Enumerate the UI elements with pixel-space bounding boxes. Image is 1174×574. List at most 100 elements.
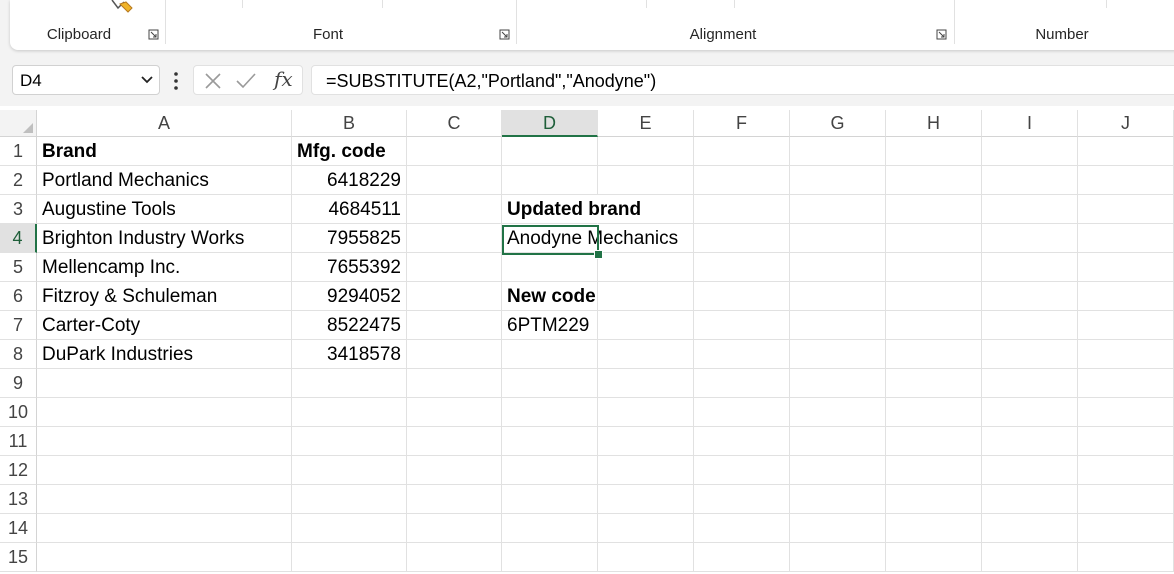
cell-i7[interactable] xyxy=(982,311,1078,340)
cell-a1[interactable]: Brand xyxy=(37,137,292,166)
cell-b14[interactable] xyxy=(292,514,407,543)
cell-b11[interactable] xyxy=(292,427,407,456)
cell-g10[interactable] xyxy=(790,398,886,427)
cell-j10[interactable] xyxy=(1078,398,1174,427)
row-header-4[interactable]: 4 xyxy=(0,224,37,253)
cell-f7[interactable] xyxy=(694,311,790,340)
cell-g13[interactable] xyxy=(790,485,886,514)
cell-j6[interactable] xyxy=(1078,282,1174,311)
cell-h6[interactable] xyxy=(886,282,982,311)
cell-e14[interactable] xyxy=(598,514,694,543)
cell-f10[interactable] xyxy=(694,398,790,427)
cell-g5[interactable] xyxy=(790,253,886,282)
cell-d6[interactable]: New code xyxy=(502,282,598,311)
cell-b5[interactable]: 7655392 xyxy=(292,253,407,282)
row-header-14[interactable]: 14 xyxy=(0,514,37,543)
cell-d9[interactable] xyxy=(502,369,598,398)
cell-g6[interactable] xyxy=(790,282,886,311)
cell-e9[interactable] xyxy=(598,369,694,398)
cell-d11[interactable] xyxy=(502,427,598,456)
column-header-a[interactable]: A xyxy=(37,110,292,137)
cell-e1[interactable] xyxy=(598,137,694,166)
alignment-launcher-icon[interactable] xyxy=(936,29,947,40)
cell-g14[interactable] xyxy=(790,514,886,543)
cell-a2[interactable]: Portland Mechanics xyxy=(37,166,292,195)
row-header-2[interactable]: 2 xyxy=(0,166,37,195)
cell-a11[interactable] xyxy=(37,427,292,456)
cell-i6[interactable] xyxy=(982,282,1078,311)
cell-f15[interactable] xyxy=(694,543,790,572)
row-header-10[interactable]: 10 xyxy=(0,398,37,427)
cell-h15[interactable] xyxy=(886,543,982,572)
cell-g11[interactable] xyxy=(790,427,886,456)
cell-a14[interactable] xyxy=(37,514,292,543)
cell-i12[interactable] xyxy=(982,456,1078,485)
cell-e12[interactable] xyxy=(598,456,694,485)
cell-b1[interactable]: Mfg. code xyxy=(292,137,407,166)
cell-d4[interactable]: Anodyne Mechanics xyxy=(502,224,678,253)
cell-c5[interactable] xyxy=(407,253,502,282)
cell-b2[interactable]: 6418229 xyxy=(292,166,407,195)
cell-c4[interactable] xyxy=(407,224,502,253)
cell-f1[interactable] xyxy=(694,137,790,166)
cell-h7[interactable] xyxy=(886,311,982,340)
cell-h8[interactable] xyxy=(886,340,982,369)
cell-g2[interactable] xyxy=(790,166,886,195)
cell-c1[interactable] xyxy=(407,137,502,166)
cell-b9[interactable] xyxy=(292,369,407,398)
cell-j13[interactable] xyxy=(1078,485,1174,514)
cell-j9[interactable] xyxy=(1078,369,1174,398)
cell-c7[interactable] xyxy=(407,311,502,340)
cell-h1[interactable] xyxy=(886,137,982,166)
cell-a8[interactable]: DuPark Industries xyxy=(37,340,292,369)
cell-b10[interactable] xyxy=(292,398,407,427)
column-header-j[interactable]: J xyxy=(1078,110,1174,137)
cell-i1[interactable] xyxy=(982,137,1078,166)
column-header-g[interactable]: G xyxy=(790,110,886,137)
row-header-12[interactable]: 12 xyxy=(0,456,37,485)
cell-i11[interactable] xyxy=(982,427,1078,456)
row-header-7[interactable]: 7 xyxy=(0,311,37,340)
row-header-11[interactable]: 11 xyxy=(0,427,37,456)
cell-i13[interactable] xyxy=(982,485,1078,514)
cell-a5[interactable]: Mellencamp Inc. xyxy=(37,253,292,282)
font-launcher-icon[interactable] xyxy=(499,29,510,40)
cell-c8[interactable] xyxy=(407,340,502,369)
cell-a6[interactable]: Fitzroy & Schuleman xyxy=(37,282,292,311)
cell-i8[interactable] xyxy=(982,340,1078,369)
cell-h3[interactable] xyxy=(886,195,982,224)
cell-b15[interactable] xyxy=(292,543,407,572)
cell-c3[interactable] xyxy=(407,195,502,224)
row-header-9[interactable]: 9 xyxy=(0,369,37,398)
cell-f6[interactable] xyxy=(694,282,790,311)
cell-e5[interactable] xyxy=(598,253,694,282)
cell-i3[interactable] xyxy=(982,195,1078,224)
cell-a15[interactable] xyxy=(37,543,292,572)
cell-h13[interactable] xyxy=(886,485,982,514)
cell-c9[interactable] xyxy=(407,369,502,398)
cell-h4[interactable] xyxy=(886,224,982,253)
cell-c2[interactable] xyxy=(407,166,502,195)
cell-g12[interactable] xyxy=(790,456,886,485)
cell-g7[interactable] xyxy=(790,311,886,340)
cell-a4[interactable]: Brighton Industry Works xyxy=(37,224,292,253)
row-header-1[interactable]: 1 xyxy=(0,137,37,166)
cell-j1[interactable] xyxy=(1078,137,1174,166)
cell-b12[interactable] xyxy=(292,456,407,485)
checkmark-icon[interactable] xyxy=(236,72,256,90)
cell-d14[interactable] xyxy=(502,514,598,543)
column-header-i[interactable]: I xyxy=(982,110,1078,137)
cell-i4[interactable] xyxy=(982,224,1078,253)
cell-a3[interactable]: Augustine Tools xyxy=(37,195,292,224)
cell-j15[interactable] xyxy=(1078,543,1174,572)
cell-f14[interactable] xyxy=(694,514,790,543)
cell-c6[interactable] xyxy=(407,282,502,311)
worksheet-grid[interactable]: ABCDEFGHIJ 1 2 3 4 5 6 7 8 9 10 11 12 13 14 15 Brand Mf… xyxy=(0,110,1174,574)
cell-d13[interactable] xyxy=(502,485,598,514)
cell-f11[interactable] xyxy=(694,427,790,456)
cell-d10[interactable] xyxy=(502,398,598,427)
cell-g15[interactable] xyxy=(790,543,886,572)
cell-i5[interactable] xyxy=(982,253,1078,282)
row-header-6[interactable]: 6 xyxy=(0,282,37,311)
cell-d15[interactable] xyxy=(502,543,598,572)
